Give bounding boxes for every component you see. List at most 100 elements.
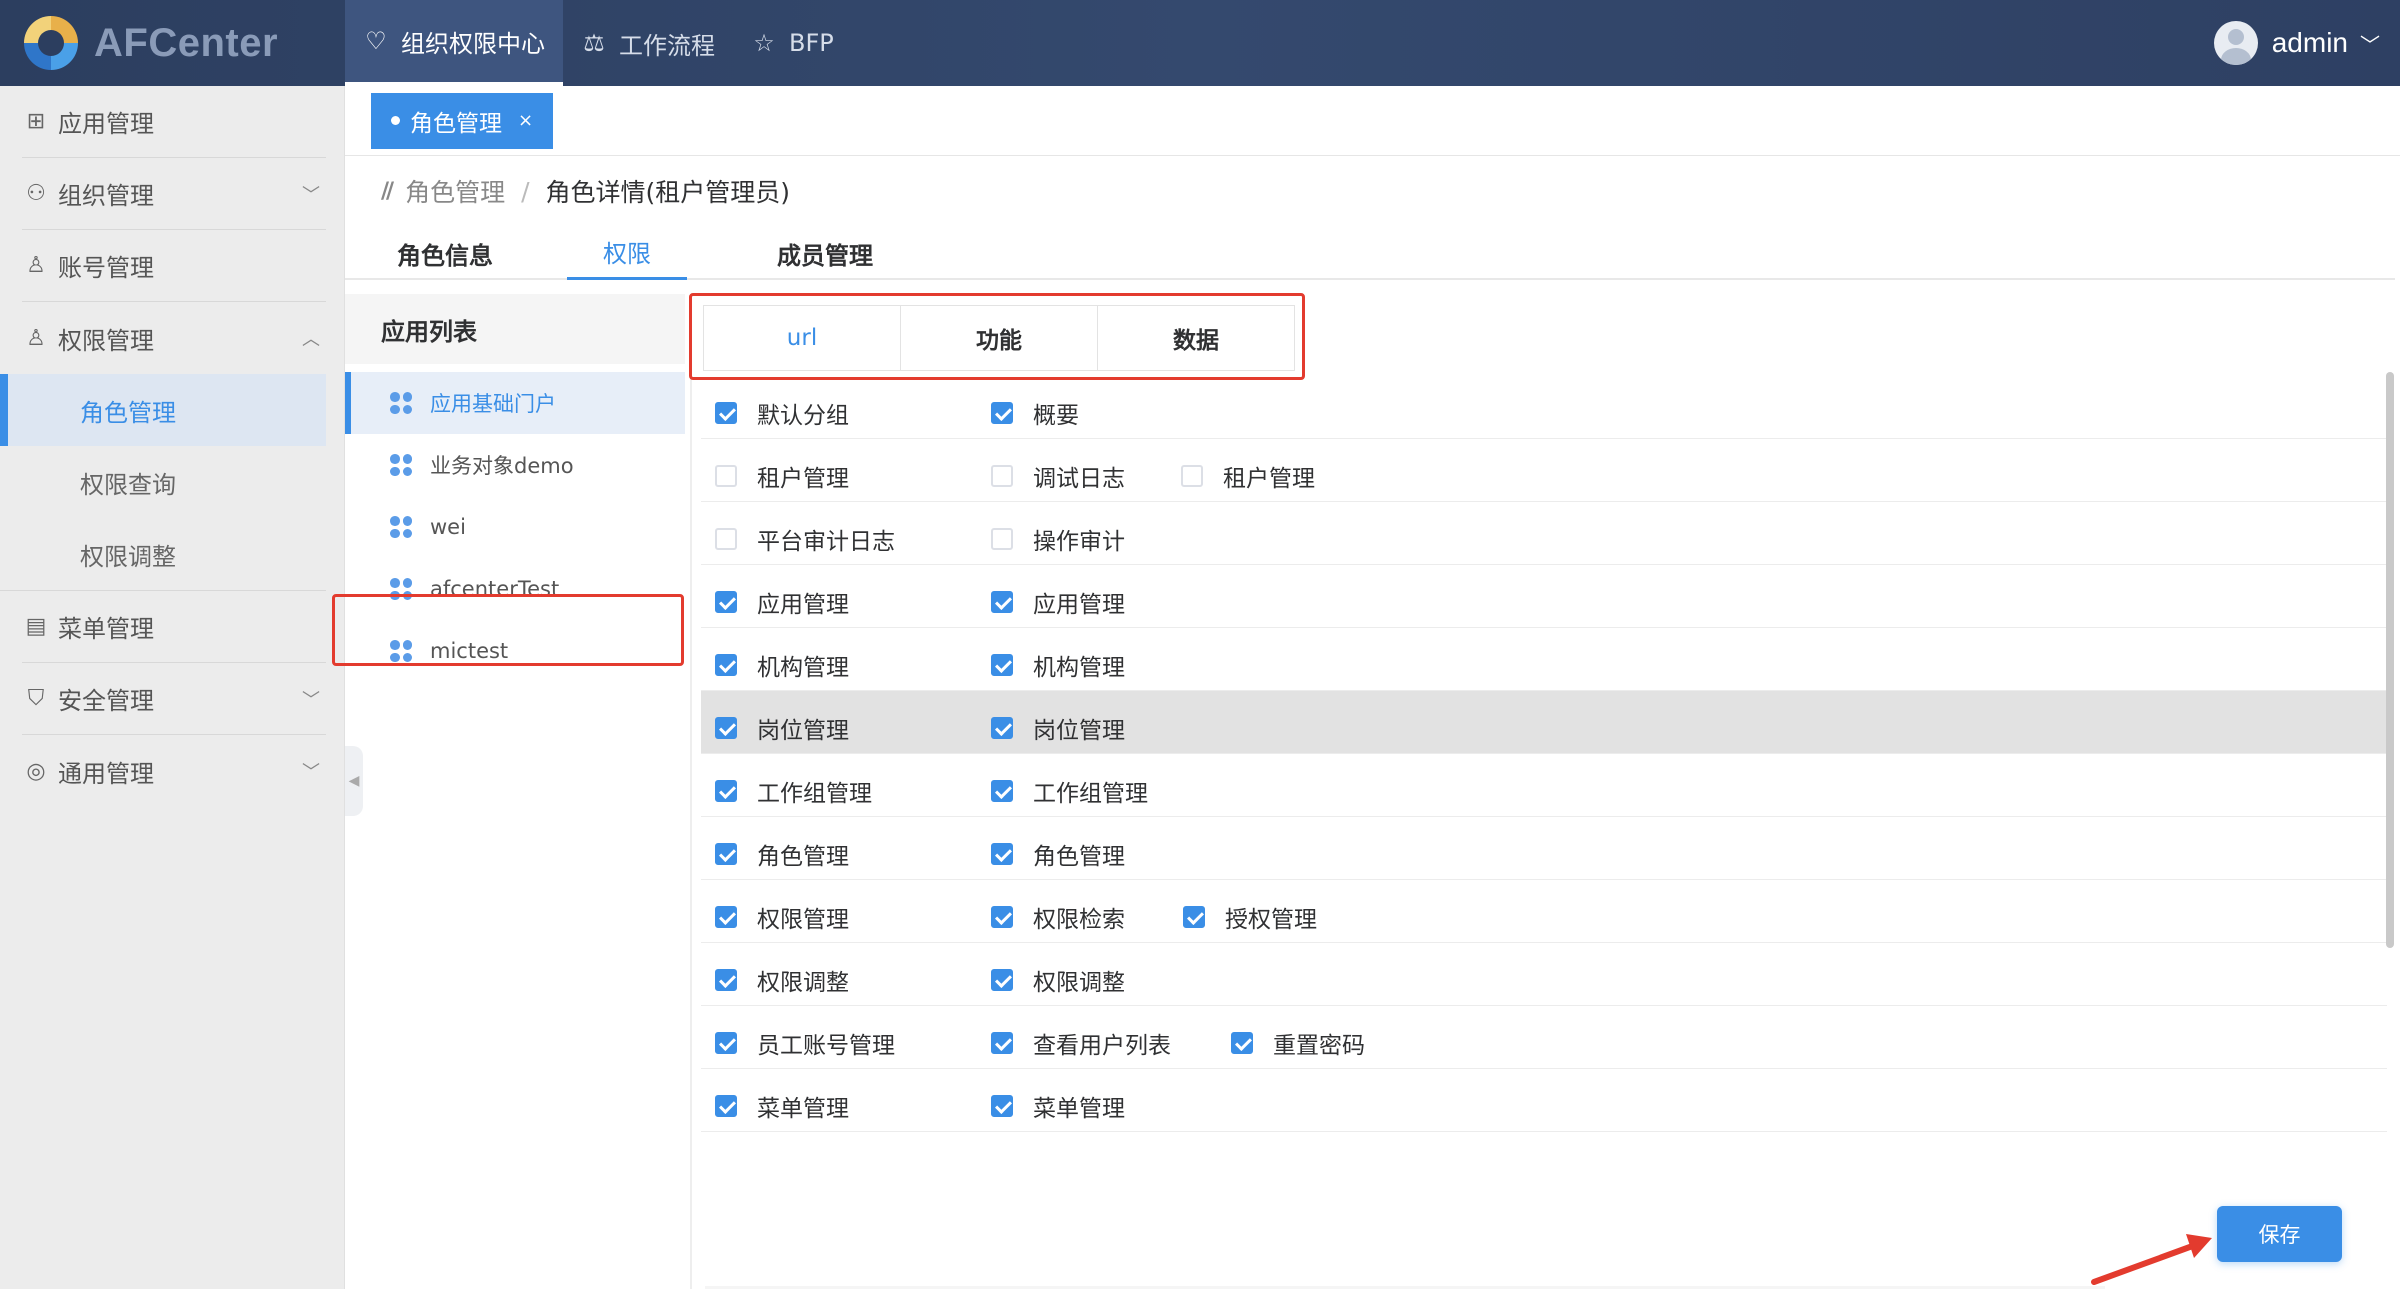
permission-checkbox[interactable]: 默认分组 (715, 396, 849, 430)
sidebar-item-permission-management[interactable]: ♙ 权限管理 ︿ (22, 302, 326, 374)
permission-checkbox[interactable]: 工作组管理 (991, 774, 1148, 808)
breadcrumb-parent[interactable]: 角色管理 (405, 173, 505, 209)
checkbox-checked-icon[interactable] (715, 1095, 737, 1117)
permission-row: 菜单管理 菜单管理 (701, 1069, 2387, 1132)
checkbox-checked-icon[interactable] (715, 654, 737, 676)
app-item-label: 业务对象demo (430, 454, 574, 478)
permission-checkbox[interactable]: 重置密码 (1231, 1026, 1365, 1060)
tab-members[interactable]: 成员管理 (725, 226, 925, 280)
permission-checkbox[interactable]: 工作组管理 (715, 774, 872, 808)
sidebar-item-account-management[interactable]: ♙ 账号管理 (22, 230, 326, 302)
topnav-org-permission[interactable]: ♡ 组织权限中心 (345, 0, 563, 86)
app-item-label: wei (430, 515, 466, 539)
scrollbar[interactable] (2386, 372, 2394, 948)
app-item[interactable]: 应用基础门户 (345, 372, 685, 434)
checkbox-checked-icon[interactable] (991, 906, 1013, 928)
checkbox-checked-icon[interactable] (1183, 906, 1205, 928)
sidebar-item-app-management[interactable]: ⊞ 应用管理 (22, 86, 326, 158)
permission-checkbox[interactable]: 岗位管理 (991, 711, 1125, 745)
checkbox-checked-icon[interactable] (991, 1032, 1013, 1054)
save-button[interactable]: 保存 (2217, 1206, 2342, 1262)
checkbox-unchecked-icon[interactable] (1181, 465, 1203, 487)
sidebar-item-permission-query[interactable]: 权限查询 (0, 446, 326, 518)
checkbox-checked-icon[interactable] (991, 654, 1013, 676)
checkbox-checked-icon[interactable] (715, 906, 737, 928)
permission-label: 菜单管理 (757, 1096, 849, 1122)
permission-checkbox[interactable]: 查看用户列表 (991, 1026, 1171, 1060)
close-icon[interactable]: × (518, 110, 533, 131)
checkbox-checked-icon[interactable] (715, 402, 737, 424)
permission-checkbox[interactable]: 操作审计 (991, 522, 1125, 556)
tab-role-info[interactable]: 角色信息 (345, 226, 545, 280)
permission-checkbox[interactable]: 权限调整 (715, 963, 849, 997)
checkbox-checked-icon[interactable] (991, 1095, 1013, 1117)
checkbox-checked-icon[interactable] (991, 591, 1013, 613)
checkbox-checked-icon[interactable] (715, 1032, 737, 1054)
checkbox-checked-icon[interactable] (715, 780, 737, 802)
checkbox-checked-icon[interactable] (715, 717, 737, 739)
permission-checkbox[interactable]: 角色管理 (991, 837, 1125, 871)
permission-checkbox[interactable]: 岗位管理 (715, 711, 849, 745)
permission-checkbox[interactable]: 租户管理 (715, 459, 849, 493)
user-icon: ♙ (26, 253, 46, 278)
app-logo[interactable]: AFCenter (0, 0, 345, 86)
checkbox-checked-icon[interactable] (991, 717, 1013, 739)
permission-label: 重置密码 (1273, 1033, 1365, 1059)
sidebar-item-general-management[interactable]: ◎ 通用管理 ﹀ (22, 735, 326, 807)
shield-heart-icon: ♡ (365, 27, 387, 55)
chevron-down-icon: ﹀ (2360, 34, 2380, 57)
checkbox-unchecked-icon[interactable] (991, 465, 1013, 487)
checkbox-unchecked-icon[interactable] (991, 528, 1013, 550)
avatar (2213, 21, 2258, 65)
sidebar-item-role-management[interactable]: 角色管理 (0, 374, 326, 446)
permission-checkbox[interactable]: 概要 (991, 396, 1079, 430)
checkbox-unchecked-icon[interactable] (715, 528, 737, 550)
permission-checkbox[interactable]: 调试日志 (991, 459, 1125, 493)
user-lock-icon: ♙ (26, 325, 46, 351)
permission-checkbox[interactable]: 机构管理 (715, 648, 849, 682)
permission-checkbox[interactable]: 机构管理 (991, 648, 1125, 682)
sidebar-item-permission-adjust[interactable]: 权限调整 (0, 518, 326, 590)
divider (690, 294, 692, 1289)
permission-checkbox[interactable]: 权限调整 (991, 963, 1125, 997)
app-grid-icon (390, 454, 412, 476)
user-menu[interactable]: admin ﹀ (2213, 0, 2380, 86)
permission-checkbox[interactable]: 权限管理 (715, 900, 849, 934)
permission-checkbox[interactable]: 授权管理 (1183, 900, 1317, 934)
sidebar-item-label: 应用管理 (58, 110, 154, 138)
app-list: 应用列表 应用基础门户 业务对象demo wei afcenterTest mi… (332, 294, 690, 1244)
permission-checkbox[interactable]: 应用管理 (991, 585, 1125, 619)
permission-checkbox[interactable]: 员工账号管理 (715, 1026, 895, 1060)
tab-permission[interactable]: 权限 (567, 226, 687, 280)
menu-list-icon: ▤ (25, 614, 47, 639)
checkbox-checked-icon[interactable] (715, 591, 737, 613)
permission-label: 查看用户列表 (1033, 1033, 1171, 1059)
checkbox-checked-icon[interactable] (991, 780, 1013, 802)
permission-checkbox[interactable]: 平台审计日志 (715, 522, 895, 556)
sidebar-item-security-management[interactable]: ⛉ 安全管理 ﹀ (22, 663, 326, 735)
sidebar-item-menu-management[interactable]: ▤ 菜单管理 (22, 591, 326, 663)
sidebar-item-org-management[interactable]: ⚇ 组织管理 ﹀ (22, 158, 326, 230)
permission-checkbox[interactable]: 租户管理 (1181, 459, 1315, 493)
checkbox-checked-icon[interactable] (715, 843, 737, 865)
permission-label: 角色管理 (1033, 844, 1125, 870)
app-item[interactable]: wei (345, 496, 685, 558)
checkbox-checked-icon[interactable] (991, 402, 1013, 424)
permission-label: 机构管理 (757, 655, 849, 681)
app-item[interactable]: 业务对象demo (345, 434, 685, 496)
permission-checkbox[interactable]: 应用管理 (715, 585, 849, 619)
checkbox-unchecked-icon[interactable] (715, 465, 737, 487)
permission-checkbox[interactable]: 菜单管理 (715, 1089, 849, 1123)
tag-role-management[interactable]: 角色管理 × (371, 92, 554, 149)
collapse-handle[interactable]: ◀ (345, 746, 363, 816)
permission-checkbox[interactable]: 权限检索 (991, 900, 1125, 934)
checkbox-checked-icon[interactable] (715, 969, 737, 991)
permission-label: 应用管理 (1033, 592, 1125, 618)
permission-checkbox[interactable]: 角色管理 (715, 837, 849, 871)
checkbox-checked-icon[interactable] (991, 969, 1013, 991)
checkbox-checked-icon[interactable] (1231, 1032, 1253, 1054)
topnav-workflow[interactable]: ⚖ 工作流程 (563, 0, 733, 86)
checkbox-checked-icon[interactable] (991, 843, 1013, 865)
topnav-bfp[interactable]: ☆ BFP (733, 0, 852, 86)
permission-checkbox[interactable]: 菜单管理 (991, 1089, 1125, 1123)
